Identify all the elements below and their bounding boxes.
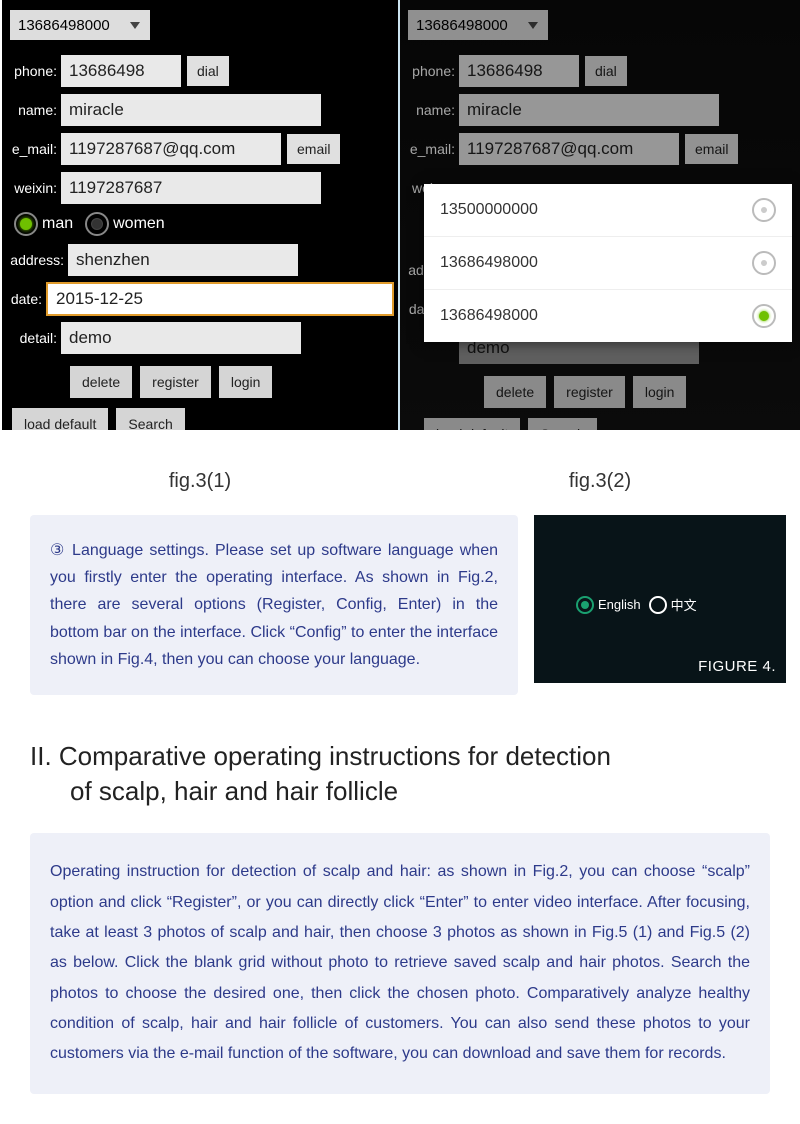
name-label: name:: [6, 102, 61, 118]
email-row: e_mail: 1197287687@qq.com email: [6, 131, 394, 167]
register-button[interactable]: register: [140, 366, 211, 398]
address-label: address:: [6, 252, 68, 268]
popup-option-label: 13686498000: [440, 307, 538, 325]
login-button[interactable]: login: [219, 366, 273, 398]
english-label: English: [598, 597, 641, 612]
radio-dot-icon: [761, 207, 767, 213]
radio-unselected[interactable]: [752, 198, 776, 222]
address-row: address: shenzhen: [6, 242, 394, 278]
fig32-caption: fig.3(2): [400, 470, 800, 493]
caret-down-icon: [128, 20, 142, 30]
user-dropdown[interactable]: 13686498000: [10, 10, 150, 40]
section-2-title-line2: of scalp, hair and hair follicle: [70, 774, 800, 809]
section-2-title: II. Comparative operating instructions f…: [30, 739, 800, 809]
radio-selected[interactable]: [752, 304, 776, 328]
detail-input[interactable]: demo: [61, 322, 301, 354]
phone-input[interactable]: 13686498: [61, 55, 181, 87]
popup-item-1[interactable]: 13686498000: [424, 237, 792, 290]
date-input[interactable]: 2015-12-25: [46, 282, 394, 316]
name-input[interactable]: miracle: [61, 94, 321, 126]
radio-unselected-icon: [91, 218, 103, 230]
figures-row: 13686498000 phone: 13686498 dial name: m…: [0, 0, 800, 430]
search-button[interactable]: Search: [116, 408, 184, 430]
popup-option-label: 13686498000: [440, 254, 538, 272]
radio-selected-icon: [581, 601, 589, 609]
phone-label: phone:: [6, 63, 61, 79]
app-screen-right: 13686498000 phone: 13686498 dial name: m…: [400, 0, 800, 430]
gender-row: man women: [14, 212, 394, 236]
weixin-row: weixin: 1197287687: [6, 170, 394, 206]
email-button[interactable]: email: [287, 134, 340, 164]
action-bar-1: delete register login: [70, 366, 394, 398]
figure-4-caption: FIGURE 4.: [698, 658, 776, 675]
chinese-radio[interactable]: [649, 596, 667, 614]
popup-option-label: 13500000000: [440, 201, 538, 219]
delete-button[interactable]: delete: [70, 366, 132, 398]
english-radio[interactable]: [576, 596, 594, 614]
man-label: man: [42, 215, 73, 233]
weixin-label: weixin:: [6, 180, 61, 196]
language-settings-text: ③ Language settings. Please set up softw…: [30, 515, 518, 695]
language-row: ③ Language settings. Please set up softw…: [0, 515, 800, 695]
dropdown-value: 13686498000: [18, 17, 110, 34]
date-label: date:: [6, 291, 46, 307]
figure-4: English 中文 FIGURE 4.: [534, 515, 786, 683]
radio-dot-icon: [759, 311, 769, 321]
load-default-button[interactable]: load default: [12, 408, 108, 430]
phone-select-popup: 13500000000 13686498000 13686498000: [424, 184, 792, 342]
women-label: women: [113, 215, 165, 233]
app-screen-left: 13686498000 phone: 13686498 dial name: m…: [0, 0, 400, 430]
man-radio[interactable]: [14, 212, 38, 236]
email-label: e_mail:: [6, 141, 61, 157]
section-2-body: Operating instruction for detection of s…: [30, 833, 770, 1094]
fig3-1-container: 13686498000 phone: 13686498 dial name: m…: [0, 0, 400, 430]
dial-button[interactable]: dial: [187, 56, 229, 86]
chinese-label: 中文: [671, 595, 697, 614]
section-2-title-line1: II. Comparative operating instructions f…: [30, 741, 611, 771]
fig3-2-container: 13686498000 phone: 13686498 dial name: m…: [400, 0, 800, 430]
detail-row: detail: demo: [6, 320, 394, 356]
email-input[interactable]: 1197287687@qq.com: [61, 133, 281, 165]
address-input[interactable]: shenzhen: [68, 244, 298, 276]
phone-row: phone: 13686498 dial: [6, 53, 394, 89]
detail-label: detail:: [6, 330, 61, 346]
popup-item-2[interactable]: 13686498000: [424, 290, 792, 342]
weixin-input[interactable]: 1197287687: [61, 172, 321, 204]
captions-row: fig.3(1) fig.3(2): [0, 470, 800, 493]
radio-selected-icon: [20, 218, 32, 230]
radio-dot-icon: [761, 260, 767, 266]
date-row: date: 2015-12-25: [6, 281, 394, 317]
name-row: name: miracle: [6, 92, 394, 128]
women-radio[interactable]: [85, 212, 109, 236]
language-radio-row: English 中文: [576, 595, 697, 614]
radio-unselected[interactable]: [752, 251, 776, 275]
popup-item-0[interactable]: 13500000000: [424, 184, 792, 237]
fig31-caption: fig.3(1): [0, 470, 400, 493]
action-bar-2: load default Search: [12, 408, 394, 430]
